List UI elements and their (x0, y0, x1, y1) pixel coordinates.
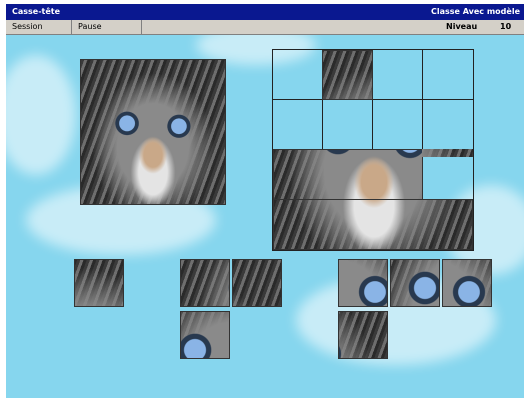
placed-piece[interactable] (322, 50, 373, 100)
puzzle-grid[interactable] (272, 49, 474, 251)
placed-piece-partial[interactable] (422, 149, 473, 157)
loose-piece[interactable] (338, 259, 388, 307)
title-bar: Casse-tête Classe Avec modèle (6, 4, 524, 20)
game-board (6, 35, 524, 398)
placed-piece-row4[interactable] (273, 199, 473, 250)
grid-line (273, 99, 473, 100)
grid-line (422, 50, 423, 150)
model-image (80, 59, 226, 205)
menu-pause[interactable]: Pause (72, 20, 142, 34)
loose-piece[interactable] (74, 259, 124, 307)
level-value: 10 (500, 22, 512, 31)
menu-session[interactable]: Session (6, 20, 72, 34)
cloud (6, 55, 76, 175)
placed-piece-row3[interactable] (273, 149, 423, 200)
loose-piece[interactable] (180, 311, 230, 359)
loose-piece[interactable] (390, 259, 440, 307)
level-label: Niveau (446, 22, 478, 31)
loose-piece[interactable] (442, 259, 492, 307)
loose-piece[interactable] (232, 259, 282, 307)
window-title: Casse-tête (12, 7, 61, 16)
mode-label: Classe Avec modèle (431, 7, 520, 16)
loose-piece[interactable] (180, 259, 230, 307)
menu-bar: Session Pause Niveau 10 (6, 20, 524, 35)
loose-piece[interactable] (338, 311, 388, 359)
